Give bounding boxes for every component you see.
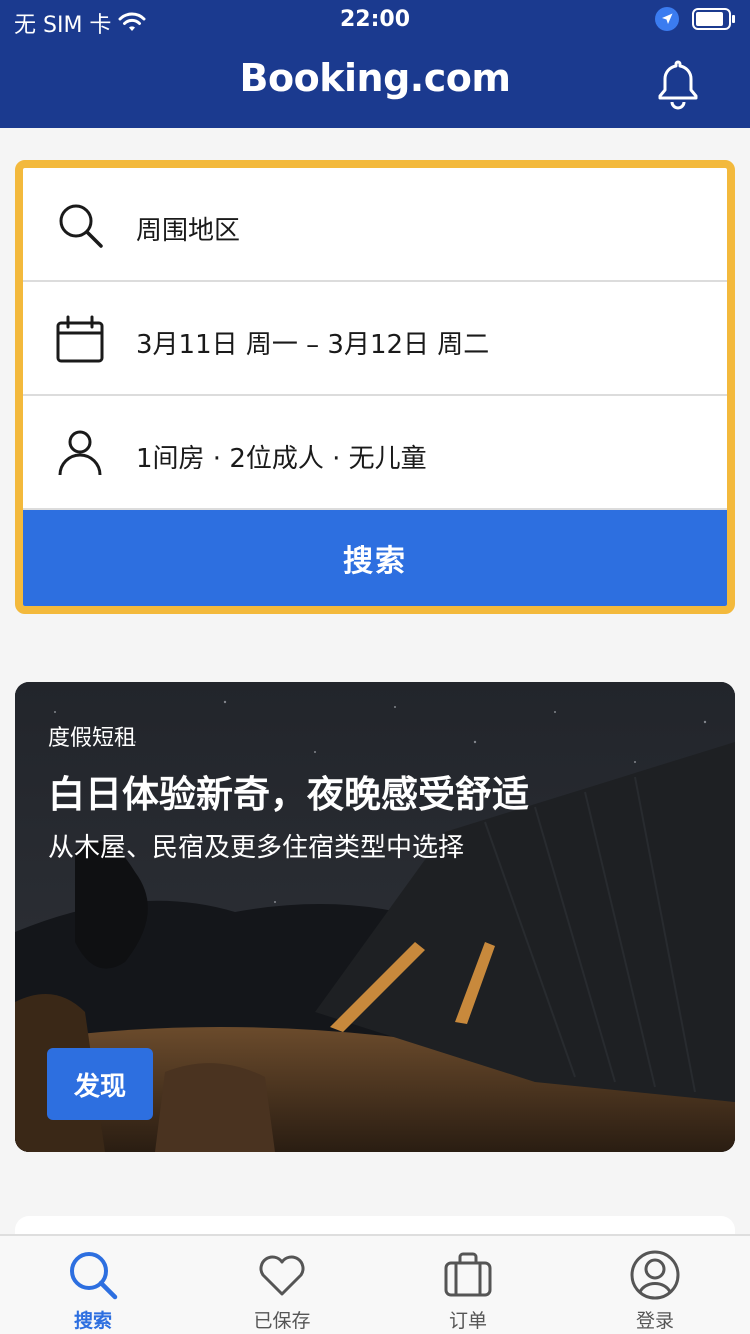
tab-search[interactable]: 搜索 [33,1248,153,1333]
user-circle-icon [630,1250,680,1300]
tab-login[interactable]: 登录 [595,1248,715,1333]
promo-banner[interactable]: 度假短租 白日体验新奇，夜晚感受舒适 从木屋、民宿及更多住宿类型中选择 发现 [15,682,735,1152]
search-button[interactable]: 搜索 [23,510,727,606]
user-icon [58,430,102,476]
status-right [654,6,736,32]
battery-icon [692,8,735,30]
bottom-tab-bar: 搜索 已保存 订单 登录 [0,1234,750,1334]
promo-eyebrow: 度假短租 [48,726,137,751]
search-icon [59,204,103,248]
brand-logo: Booking.com [239,56,511,100]
tab-bookings[interactable]: 订单 [408,1248,528,1333]
briefcase-icon [444,1252,492,1297]
search-icon [70,1252,118,1300]
tab-search-label: 搜索 [73,1310,112,1332]
heart-icon [259,1255,305,1296]
guests-field[interactable]: 1间房 · 2位成人 · 无儿童 [23,396,727,510]
search-card: 周围地区 3月11日 周一 – 3月12日 周二 1间房 · 2位成人 · 无儿… [15,160,735,614]
tab-saved[interactable]: 已保存 [222,1248,342,1333]
tab-login-label: 登录 [635,1310,674,1332]
location-arrow-icon [655,7,679,31]
destination-field[interactable]: 周围地区 [23,168,727,282]
guests-value: 1间房 · 2位成人 · 无儿童 [136,444,427,474]
bell-icon[interactable] [656,58,700,110]
promo-headline: 白日体验新奇，夜晚感受舒适 [48,773,529,816]
top-header: 无 SIM 卡 22:00 Booking.com [0,0,750,128]
calendar-icon [56,315,104,363]
status-time: 22:00 [339,7,411,32]
discover-button[interactable]: 发现 [47,1048,153,1120]
dates-value: 3月11日 周一 – 3月12日 周二 [136,330,490,360]
destination-value: 周围地区 [136,216,241,246]
status-bar: 无 SIM 卡 22:00 [0,0,750,42]
promo-subtitle: 从木屋、民宿及更多住宿类型中选择 [48,833,465,863]
tab-bookings-label: 订单 [448,1310,487,1332]
dates-field[interactable]: 3月11日 周一 – 3月12日 周二 [23,282,727,396]
tab-saved-label: 已保存 [253,1310,311,1332]
